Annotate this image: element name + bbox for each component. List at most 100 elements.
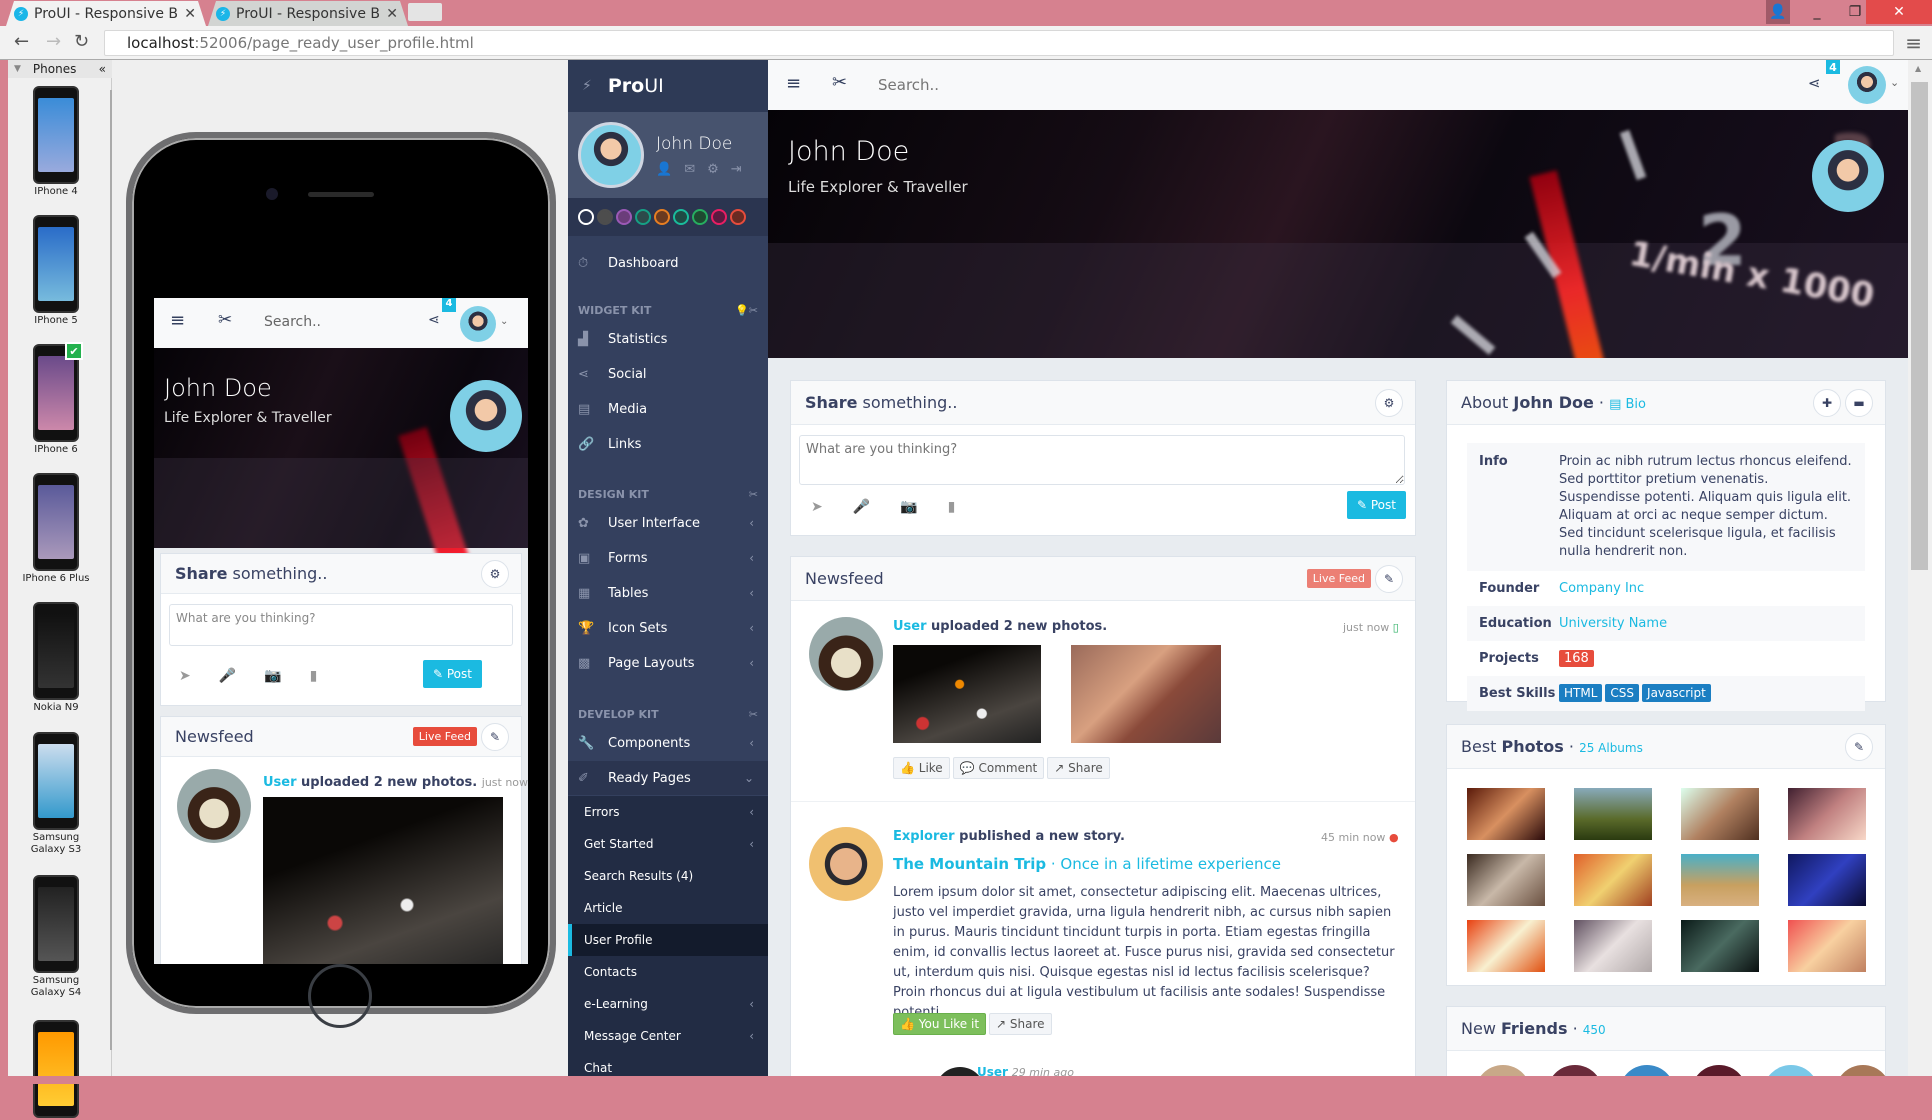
comment-button[interactable]: 💬 Comment <box>952 757 1045 779</box>
close-tab-icon[interactable]: ✕ <box>184 6 206 22</box>
mobile-search-input[interactable]: Search.. <box>264 314 321 330</box>
bio-link[interactable]: ▤ Bio <box>1609 397 1646 412</box>
scroll-up-icon[interactable]: ▲ <box>1915 64 1921 73</box>
uploaded-photo[interactable] <box>263 797 503 964</box>
sidebar-item-links[interactable]: 🔗 Links <box>568 427 768 461</box>
browser-tab-2[interactable]: ⚡ ProUI - Responsive Bo ✕ <box>208 1 408 26</box>
file-icon[interactable]: ▮ <box>310 668 318 684</box>
user-avatar-dropdown[interactable] <box>1848 66 1886 104</box>
microphone-icon[interactable]: 🎤 <box>853 499 870 515</box>
album-photo[interactable] <box>1467 920 1545 972</box>
feed-user-link[interactable]: Explorer <box>893 829 955 844</box>
sidebar-subitem-errors[interactable]: Errors ‹ <box>568 796 768 828</box>
theme-swatch[interactable] <box>673 209 689 225</box>
section-tools-icon[interactable]: ✂ <box>749 708 758 721</box>
section-tools-icon[interactable]: 💡✂ <box>735 304 758 317</box>
album-photo[interactable] <box>1788 854 1866 906</box>
browser-tab-1[interactable]: ⚡ ProUI - Responsive Bo ✕ <box>6 1 206 26</box>
mobile-avatar[interactable] <box>460 306 496 342</box>
sidebar-subitem-get-started[interactable]: Get Started ‹ <box>568 828 768 860</box>
sidebar-item-tables[interactable]: ▦ Tables ‹ <box>568 576 768 610</box>
you-like-it-button[interactable]: 👍 You Like it <box>893 1013 987 1035</box>
sidebar-subitem-message-center[interactable]: Message Center ‹ <box>568 1020 768 1052</box>
share-icon[interactable]: ⋖ <box>1808 74 1821 92</box>
sidebar-item-social[interactable]: ⋖ Social <box>568 357 768 391</box>
story-title-link[interactable]: The Mountain Trip <box>893 855 1046 873</box>
back-icon[interactable]: ← <box>14 31 29 52</box>
sidebar-subitem-user-profile[interactable]: User Profile <box>568 924 768 956</box>
sidebar-item-statistics[interactable]: ▟ Statistics <box>568 322 768 356</box>
share-icon[interactable]: ⋖ <box>428 312 440 328</box>
file-icon[interactable]: ▮ <box>948 499 956 515</box>
album-photo[interactable] <box>1467 854 1545 906</box>
albums-count-link[interactable]: 25 Albums <box>1579 741 1643 755</box>
chevron-down-icon[interactable]: ⌄ <box>500 316 508 327</box>
uploaded-photo-grill[interactable] <box>1071 645 1221 743</box>
camera-icon[interactable]: 📷 <box>900 499 917 515</box>
device-item[interactable]: IPhone 5 <box>18 215 94 327</box>
album-photo[interactable] <box>1681 788 1759 840</box>
about-value[interactable]: University Name <box>1559 616 1853 631</box>
settings-gear-button[interactable]: ⚙ <box>1375 388 1403 417</box>
album-photo[interactable] <box>1574 788 1652 840</box>
minimize-button[interactable]: _ <box>1800 0 1834 24</box>
sidebar-subitem-article[interactable]: Article <box>568 892 768 924</box>
page-scrollbar[interactable]: ▲ <box>1908 60 1932 1084</box>
browser-menu-icon[interactable]: ≡ <box>1905 31 1922 55</box>
edit-pencil-button[interactable]: ✎ <box>1845 732 1873 761</box>
device-item[interactable]: IPhone 4 <box>18 86 94 198</box>
theme-swatch[interactable] <box>730 209 746 225</box>
like-button[interactable]: 👍 Like <box>893 757 950 779</box>
device-item[interactable] <box>18 1020 94 1120</box>
sidebar-item-ready-pages[interactable]: ✐ Ready Pages ⌄ <box>568 761 768 795</box>
album-photo[interactable] <box>1574 920 1652 972</box>
sidebar-subitem-contacts[interactable]: Contacts <box>568 956 768 988</box>
collapse-panel-icon[interactable]: « <box>99 62 112 76</box>
briefcase-button[interactable]: ▬ <box>1845 388 1873 417</box>
theme-swatch[interactable] <box>692 209 708 225</box>
section-tools-icon[interactable]: ✂ <box>749 488 758 501</box>
forward-icon[interactable]: → <box>46 31 61 52</box>
album-photo[interactable] <box>1788 788 1866 840</box>
location-arrow-icon[interactable]: ➤ <box>811 499 823 515</box>
share-button[interactable]: ↗ Share <box>1047 757 1110 779</box>
device-item[interactable]: Samsung Galaxy S3 <box>18 732 94 856</box>
friends-count-link[interactable]: 450 <box>1583 1023 1606 1037</box>
logout-icon[interactable]: ⇥ <box>731 162 742 177</box>
location-arrow-icon[interactable]: ➤ <box>179 668 191 684</box>
gear-icon[interactable]: ⚙ <box>707 162 719 177</box>
device-panel-header[interactable]: ▼ Phones « <box>8 60 112 78</box>
about-value[interactable]: Company Inc <box>1559 581 1853 596</box>
sidebar-subitem-e-learning[interactable]: e-Learning ‹ <box>568 988 768 1020</box>
settings-gear-button[interactable]: ⚙ <box>481 559 509 588</box>
chevron-down-icon[interactable]: ⌄ <box>1890 76 1899 89</box>
close-window-button[interactable]: ✕ <box>1866 0 1932 24</box>
add-button[interactable]: ✚ <box>1813 388 1841 417</box>
sidebar-subitem-search-results-4[interactable]: Search Results (4) <box>568 860 768 892</box>
sidebar-item-forms[interactable]: ▣ Forms ‹ <box>568 541 768 575</box>
reload-icon[interactable]: ↻ <box>74 31 89 52</box>
album-photo[interactable] <box>1681 854 1759 906</box>
phone-home-button[interactable] <box>308 964 372 1028</box>
theme-swatch[interactable] <box>654 209 670 225</box>
device-item[interactable]: Samsung Galaxy S4 <box>18 875 94 999</box>
theme-swatch[interactable] <box>616 209 632 225</box>
mobile-share-textarea[interactable]: What are you thinking? <box>169 604 513 646</box>
sidebar-item-page-layouts[interactable]: ▩ Page Layouts ‹ <box>568 646 768 680</box>
edit-pencil-button[interactable]: ✎ <box>1375 564 1403 593</box>
theme-swatch[interactable] <box>597 209 613 225</box>
menu-icon[interactable]: ≡ <box>170 310 185 331</box>
device-item[interactable]: ✔ IPhone 6 <box>18 342 94 456</box>
share-textarea[interactable] <box>799 435 1405 485</box>
device-item[interactable]: IPhone 6 Plus <box>18 473 94 585</box>
post-button[interactable]: ✎ Post <box>1347 491 1406 519</box>
album-photo[interactable] <box>1681 920 1759 972</box>
search-input[interactable] <box>878 70 1278 100</box>
uploaded-photo-mixer[interactable] <box>893 645 1041 743</box>
sidebar-item-icon-sets[interactable]: 🏆 Icon Sets ‹ <box>568 611 768 645</box>
envelope-icon[interactable]: ✉ <box>684 162 695 177</box>
camera-icon[interactable]: 📷 <box>264 668 281 684</box>
microphone-icon[interactable]: 🎤 <box>219 668 236 684</box>
album-photo[interactable] <box>1467 788 1545 840</box>
menu-toggle-icon[interactable]: ≡ <box>786 73 801 94</box>
